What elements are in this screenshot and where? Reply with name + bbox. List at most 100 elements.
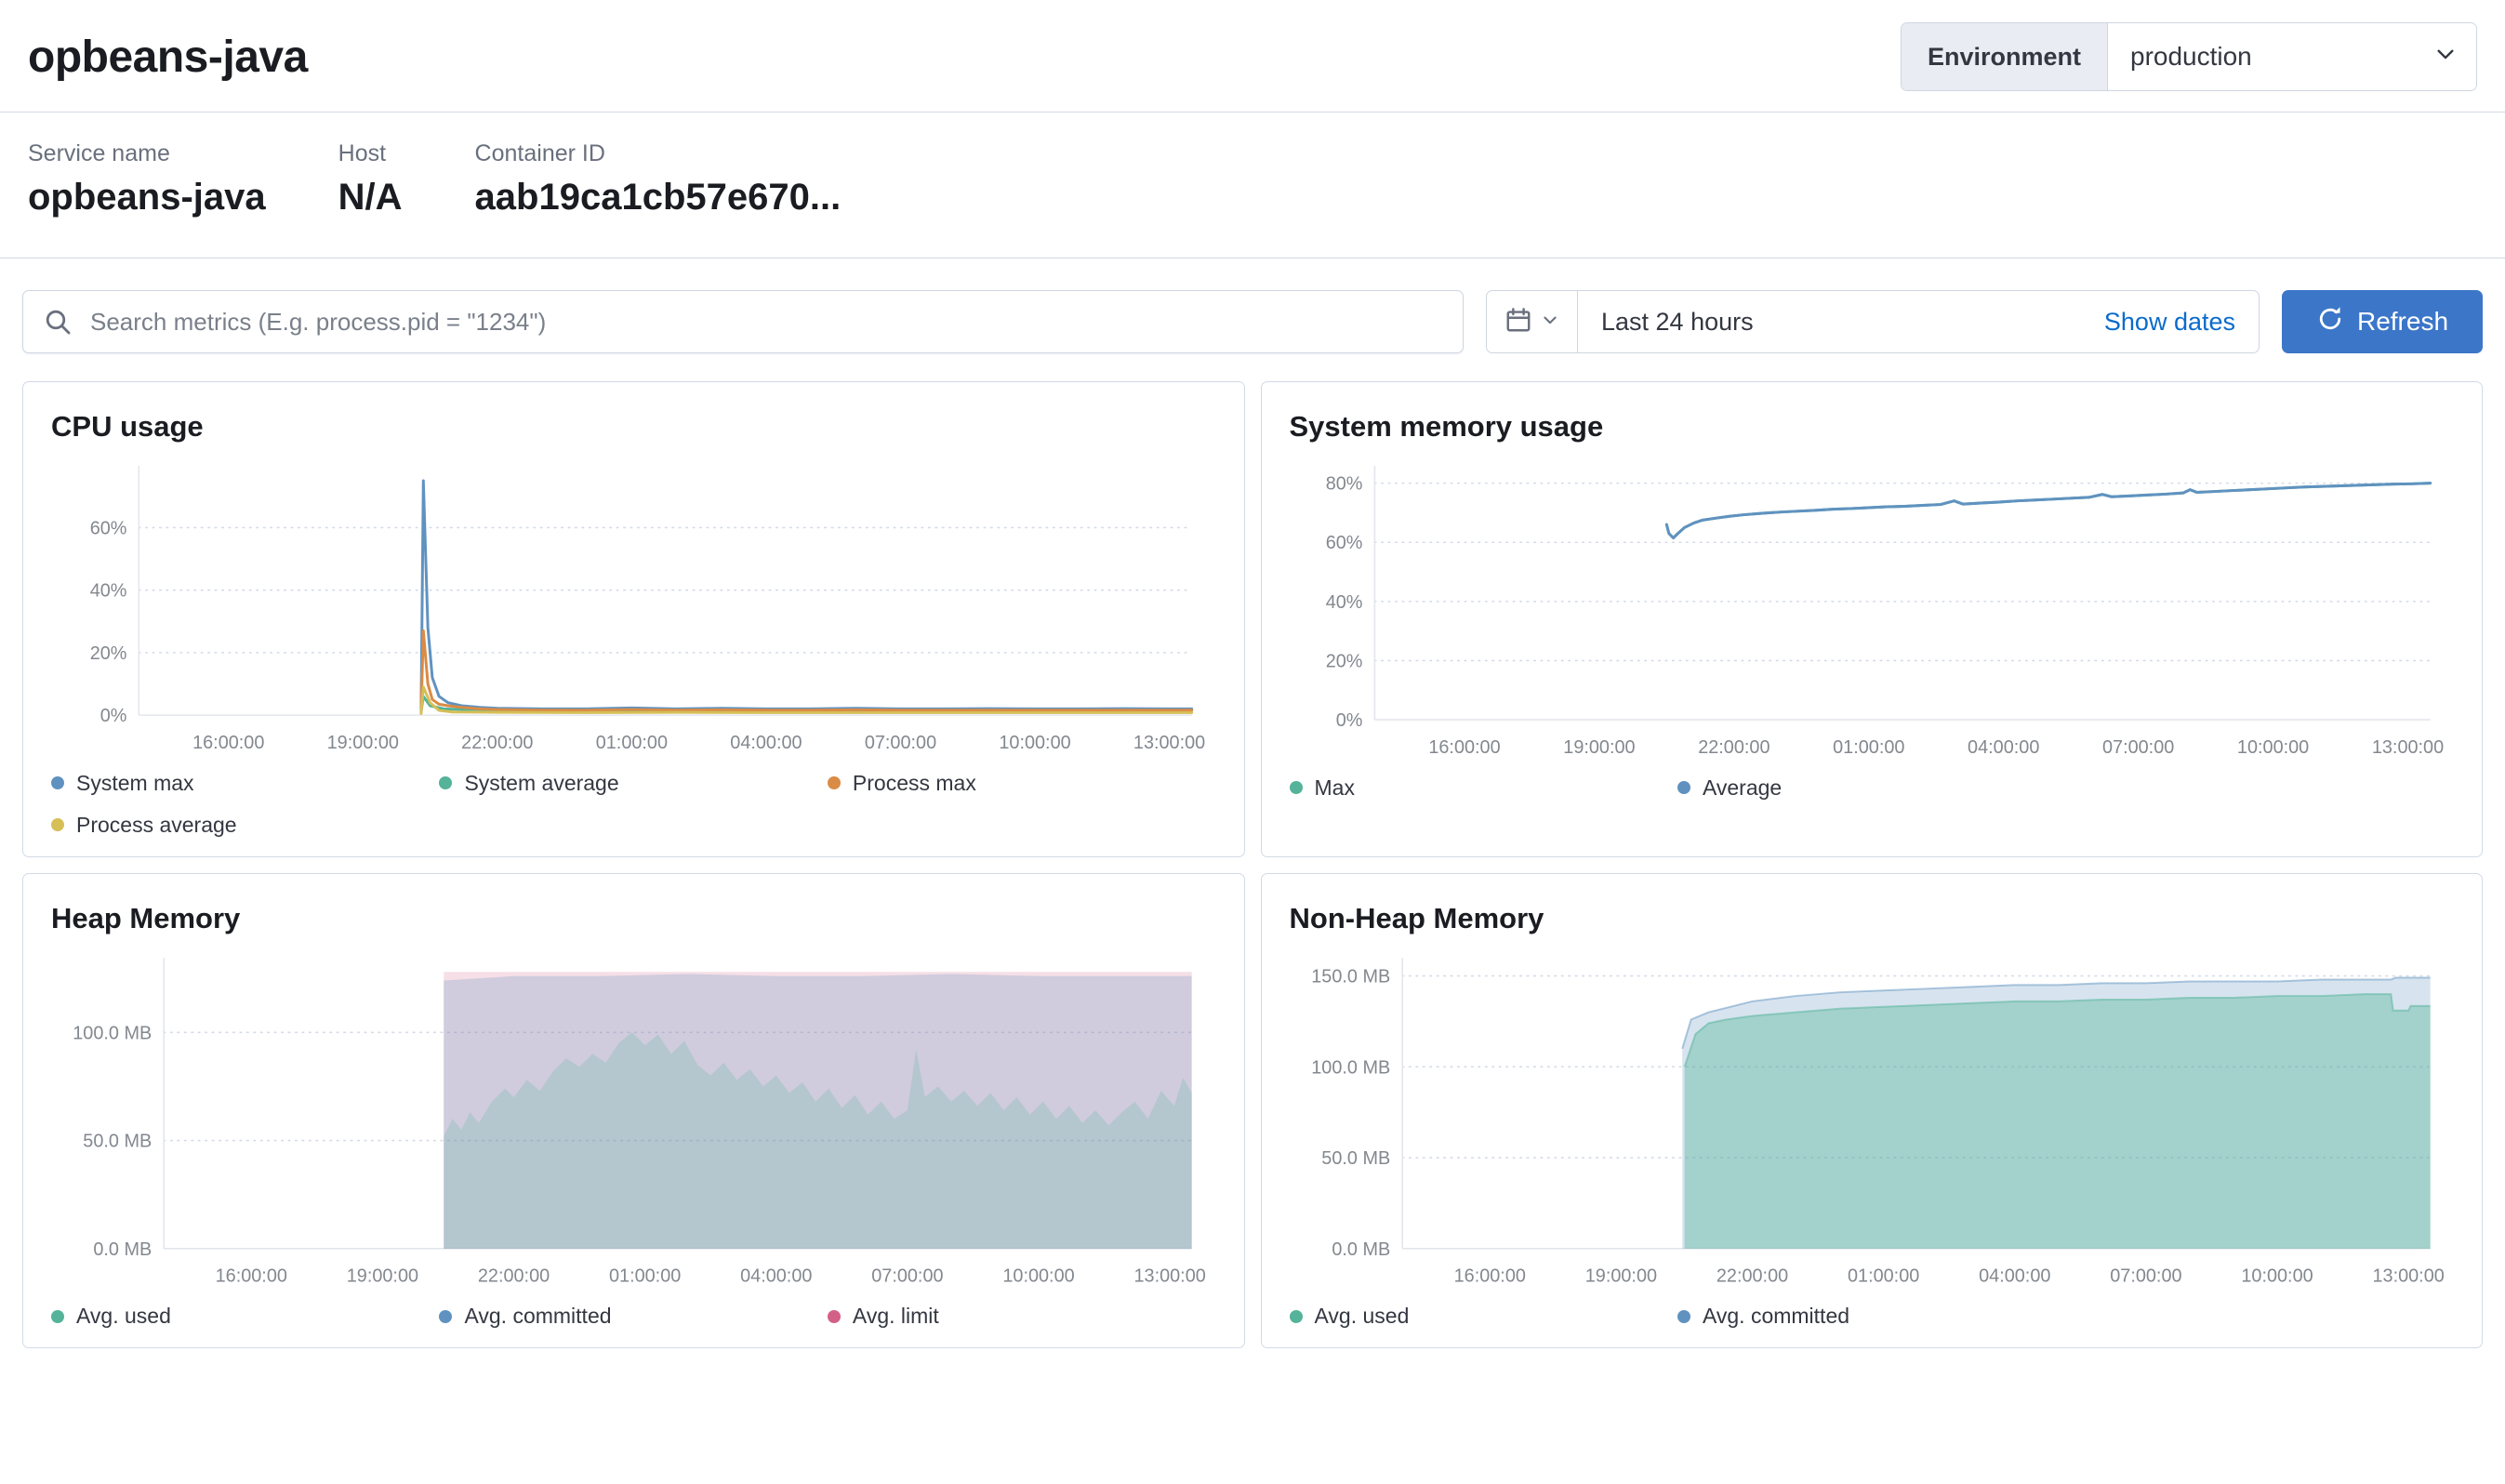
svg-text:20%: 20% [90, 643, 127, 664]
svg-text:10:00:00: 10:00:00 [2236, 737, 2308, 758]
chevron-down-icon [1541, 311, 1559, 334]
legend-label: System average [464, 771, 618, 796]
legend-item[interactable]: Avg. committed [439, 1304, 827, 1329]
show-dates-link[interactable]: Show dates [2104, 308, 2235, 337]
heap-memory-chart[interactable]: 0.0 MB50.0 MB100.0 MB16:00:0019:00:0022:… [51, 950, 1216, 1296]
svg-text:13:00:00: 13:00:00 [1133, 1265, 1205, 1286]
refresh-button[interactable]: Refresh [2282, 290, 2483, 353]
system-memory-chart[interactable]: 0%20%40%60%80%16:00:0019:00:0022:00:0001… [1290, 458, 2455, 768]
date-quick-select-button[interactable] [1487, 291, 1578, 352]
refresh-icon [2316, 305, 2344, 339]
legend-label: Avg. limit [853, 1304, 939, 1329]
legend-dot-icon [1677, 1310, 1690, 1323]
legend-dot-icon [1290, 781, 1303, 794]
svg-text:13:00:00: 13:00:00 [2371, 737, 2443, 758]
svg-text:07:00:00: 07:00:00 [865, 733, 936, 753]
legend-label: Avg. used [1315, 1304, 1410, 1329]
legend-item[interactable]: Avg. limit [828, 1304, 1215, 1329]
container-id-value: aab19ca1cb57e670... [475, 177, 842, 219]
svg-text:07:00:00: 07:00:00 [871, 1265, 943, 1286]
svg-text:01:00:00: 01:00:00 [596, 733, 668, 753]
chart-title: CPU usage [51, 410, 1216, 444]
svg-text:0%: 0% [100, 706, 127, 726]
non-heap-memory-chart[interactable]: 0.0 MB50.0 MB100.0 MB150.0 MB16:00:0019:… [1290, 950, 2455, 1296]
svg-text:07:00:00: 07:00:00 [2101, 737, 2173, 758]
legend-dot-icon [51, 818, 64, 831]
legend-label: Avg. committed [464, 1304, 611, 1329]
svg-text:19:00:00: 19:00:00 [1563, 737, 1635, 758]
legend-item[interactable]: System average [439, 771, 827, 796]
refresh-label: Refresh [2357, 307, 2448, 337]
svg-text:04:00:00: 04:00:00 [1968, 737, 2039, 758]
legend-label: Process average [76, 813, 237, 838]
svg-text:0%: 0% [1335, 710, 1362, 731]
legend-item[interactable]: Process max [828, 771, 1215, 796]
heap-memory-panel: Heap Memory 0.0 MB 50.0 MB 100.0 MB 16:00:0… [22, 873, 1245, 1348]
search-box [22, 290, 1464, 353]
metrics-toolbar: Last 24 hours Show dates Refresh [0, 258, 2505, 353]
container-id-label: Container ID [475, 140, 842, 167]
svg-text:16:00:00: 16:00:00 [1453, 1265, 1525, 1286]
legend-item[interactable]: Avg. committed [1677, 1304, 2065, 1329]
host-value: N/A [338, 177, 403, 219]
svg-text:100.0 MB: 100.0 MB [73, 1023, 152, 1043]
chart-title: Heap Memory [51, 902, 1216, 935]
legend-item[interactable]: Average [1677, 775, 2065, 801]
legend-label: System max [76, 771, 194, 796]
host-label: Host [338, 140, 403, 167]
service-name-value: opbeans-java [28, 177, 266, 219]
search-input[interactable] [22, 290, 1464, 353]
legend-item[interactable]: System max [51, 771, 439, 796]
legend-item[interactable]: Max [1290, 775, 1677, 801]
host-field: Host N/A [338, 140, 403, 219]
cpu-usage-chart[interactable]: 0%20%40%60%16:00:0019:00:0022:00:0001:00… [51, 458, 1216, 763]
legend-item[interactable]: Avg. used [1290, 1304, 1677, 1329]
service-info-bar: Service name opbeans-java Host N/A Conta… [0, 113, 2505, 258]
legend-label: Max [1315, 775, 1355, 801]
legend-item[interactable]: Avg. used [51, 1304, 439, 1329]
svg-text:19:00:00: 19:00:00 [327, 733, 399, 753]
svg-text:22:00:00: 22:00:00 [1716, 1265, 1787, 1286]
chart-legend: Avg. used Avg. committed Avg. limit [51, 1304, 1216, 1329]
svg-text:16:00:00: 16:00:00 [216, 1265, 287, 1286]
date-range-display[interactable]: Last 24 hours Show dates [1578, 291, 2259, 352]
svg-text:01:00:00: 01:00:00 [1847, 1265, 1918, 1286]
legend-item[interactable]: Process average [51, 813, 439, 838]
svg-text:150.0 MB: 150.0 MB [1311, 966, 1390, 987]
legend-dot-icon [439, 1310, 452, 1323]
svg-text:16:00:00: 16:00:00 [192, 733, 264, 753]
svg-text:10:00:00: 10:00:00 [2241, 1265, 2313, 1286]
svg-text:50.0 MB: 50.0 MB [83, 1131, 152, 1151]
svg-text:22:00:00: 22:00:00 [1698, 737, 1769, 758]
environment-value: production [2130, 42, 2252, 72]
non-heap-memory-panel: Non-Heap Memory 0.0 MB50.0 MB100.0 MB150… [1261, 873, 2484, 1348]
legend-dot-icon [439, 776, 452, 789]
svg-text:01:00:00: 01:00:00 [1833, 737, 1904, 758]
system-memory-panel: System memory usage 0%20%40%60%80%16:00:… [1261, 381, 2484, 857]
legend-dot-icon [51, 1310, 64, 1323]
legend-dot-icon [1677, 781, 1690, 794]
svg-text:10:00:00: 10:00:00 [1002, 1265, 1074, 1286]
date-picker: Last 24 hours Show dates [1486, 290, 2260, 353]
svg-text:13:00:00: 13:00:00 [2372, 1265, 2444, 1286]
svg-text:20%: 20% [1325, 651, 1362, 671]
chart-title: System memory usage [1290, 410, 2455, 444]
svg-text:0.0 MB: 0.0 MB [1332, 1239, 1390, 1260]
environment-control: Environment production [1901, 22, 2477, 91]
legend-label: Avg. committed [1703, 1304, 1849, 1329]
legend-dot-icon [828, 776, 841, 789]
legend-label: Average [1703, 775, 1782, 801]
svg-text:0.0 MB: 0.0 MB [93, 1239, 152, 1260]
service-name-field: Service name opbeans-java [28, 140, 266, 219]
legend-dot-icon [828, 1310, 841, 1323]
environment-select[interactable]: production [2108, 23, 2476, 90]
legend-label: Avg. used [76, 1304, 171, 1329]
page-header: opbeans-java Environment production [0, 0, 2505, 112]
svg-text:50.0 MB: 50.0 MB [1321, 1148, 1390, 1169]
chart-title: Non-Heap Memory [1290, 902, 2455, 935]
svg-text:13:00:00: 13:00:00 [1133, 733, 1205, 753]
chart-legend: Max Average [1290, 775, 2455, 801]
svg-text:22:00:00: 22:00:00 [461, 733, 533, 753]
svg-text:01:00:00: 01:00:00 [609, 1265, 681, 1286]
apm-metrics-page: { "header": { "title": "opbeans-java", "… [0, 0, 2505, 1484]
